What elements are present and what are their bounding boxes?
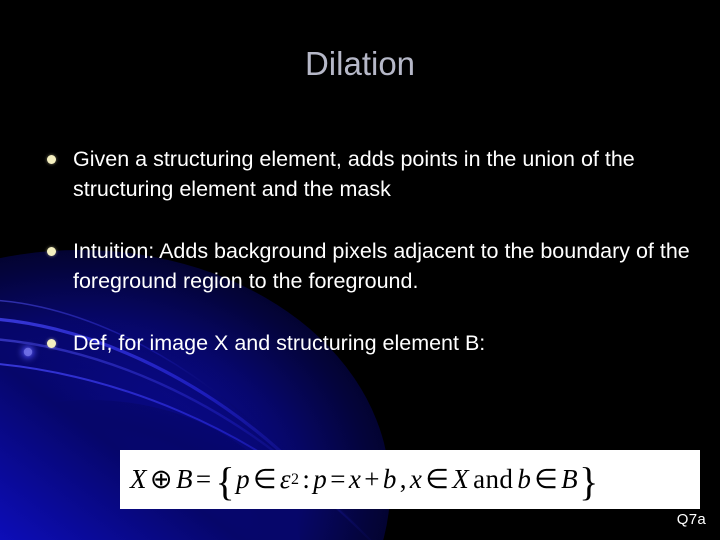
list-item: Intuition: Adds background pixels adjace…	[40, 236, 690, 296]
formula-token-colon: :	[302, 464, 311, 494]
formula-token-plus: +	[364, 464, 380, 494]
formula-token-equals2: =	[330, 464, 346, 494]
dilation-formula: X ⊕ B = { p ∈ ε 2 : p = x + b , x ∈ X an…	[130, 458, 599, 504]
formula-token-in2: ∈	[425, 464, 450, 494]
list-item: Def, for image X and structuring element…	[40, 328, 690, 358]
slide-footer-label: Q7a	[676, 511, 706, 528]
formula-token-var-p2: p	[313, 464, 328, 494]
formula-token-in3: ∈	[534, 464, 559, 494]
page-title: Dilation	[304, 45, 416, 82]
formula-token-var-x1: x	[348, 464, 362, 494]
slide-canvas: Dilation Given a structuring element, ad…	[0, 0, 720, 540]
formula-token-equals: =	[195, 464, 212, 494]
disc-bullet-icon	[47, 155, 56, 164]
list-item-label: Def, for image X and structuring element…	[73, 331, 486, 355]
formula-token-dimension: 2	[290, 470, 300, 488]
formula-token-epsilon: ε	[279, 464, 291, 494]
disc-bullet-icon	[47, 339, 56, 348]
formula-token-var-b1: b	[382, 464, 397, 494]
formula-token-var-p1: p	[236, 464, 250, 494]
list-item-label: Given a structuring element, adds points…	[73, 147, 635, 201]
formula-token-in1: ∈	[253, 464, 277, 494]
bullet-list: Given a structuring element, adds points…	[40, 144, 690, 390]
formula-token-and: and	[473, 464, 514, 494]
formula-token-set-x: X	[452, 464, 470, 494]
formula-token-lhs-b: B	[175, 464, 193, 494]
formula-token-comma: ,	[399, 464, 407, 494]
list-item-label: Intuition: Adds background pixels adjace…	[73, 239, 690, 293]
formula-token-lhs-x: X	[130, 464, 147, 494]
formula-token-var-b2: b	[517, 464, 532, 494]
formula-token-set-b: B	[561, 464, 579, 494]
formula-image-card: X ⊕ B = { p ∈ ε 2 : p = x + b , x ∈ X an…	[120, 450, 700, 509]
formula-token-op-dilate: ⊕	[149, 464, 173, 494]
formula-token-var-x2: x	[409, 464, 423, 494]
list-item: Given a structuring element, adds points…	[40, 144, 690, 204]
disc-bullet-icon	[47, 247, 56, 256]
